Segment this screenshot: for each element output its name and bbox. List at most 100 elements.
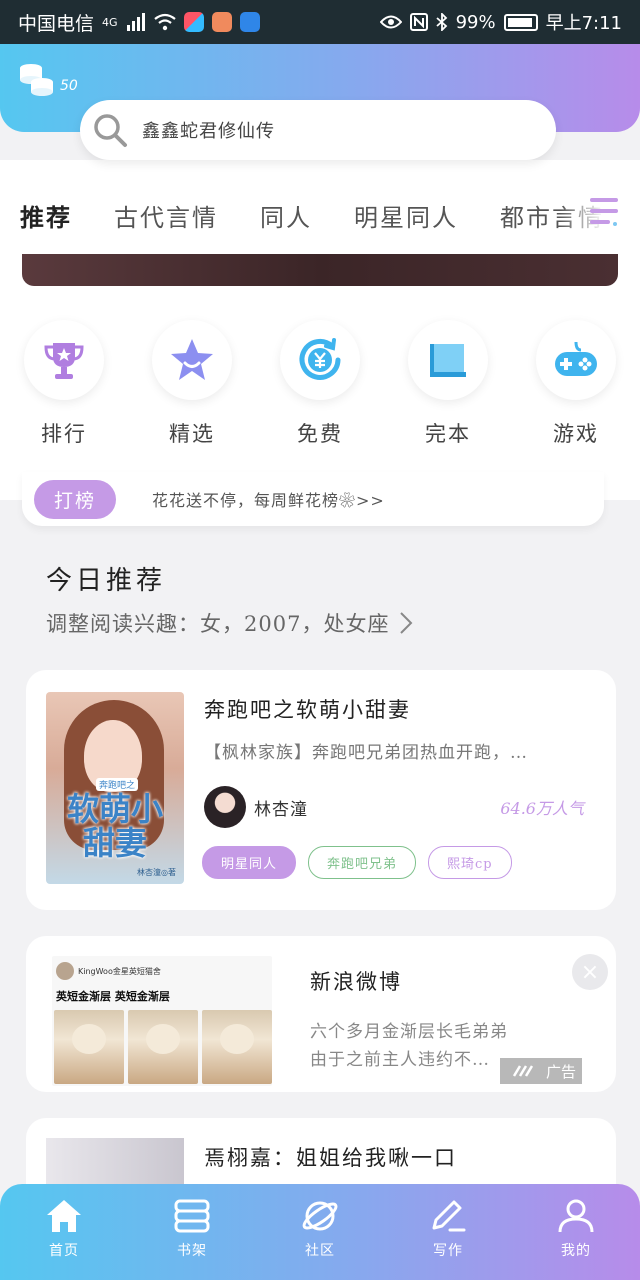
chevron-right-icon [400, 612, 413, 634]
search-input[interactable]: 鑫鑫蛇君修仙传 [142, 117, 275, 143]
author-row: 林杏潼 64.6万人气 [204, 786, 584, 828]
nav-write[interactable]: 写作 [384, 1184, 512, 1280]
ad-account-avatar [56, 962, 74, 980]
eye-icon [379, 15, 402, 29]
ad-source: 新浪微博 [310, 970, 402, 994]
category-finished[interactable]: 完本 [384, 320, 512, 448]
category-ranking[interactable]: 排行 [0, 320, 128, 448]
ad-text-line: 六个多月金渐层长毛弟弟 [310, 1022, 508, 1042]
category-label: 免费 [297, 422, 343, 446]
category-label: 完本 [425, 422, 471, 446]
coins-balance[interactable]: 50 [18, 62, 78, 98]
category-games[interactable]: 游戏 [512, 320, 640, 448]
nav-profile[interactable]: 我的 [512, 1184, 640, 1280]
app-notification-icon [183, 12, 204, 32]
category-label: 游戏 [553, 422, 599, 446]
search-icon [94, 114, 127, 147]
cover-title: 软萌小甜妻 [66, 790, 163, 862]
banner-carousel[interactable] [22, 254, 618, 286]
search-bar[interactable]: 鑫鑫蛇君修仙传 [80, 100, 556, 160]
signal-icon [126, 13, 145, 31]
network-label: 4G [102, 15, 118, 29]
nav-community[interactable]: 社区 [256, 1184, 384, 1280]
carrier-label: 中国电信 [18, 12, 95, 35]
ad-image[interactable]: KingWoo金星英短猫舍 英短金渐层 英短金渐层 [52, 956, 272, 1086]
star-icon [171, 339, 213, 380]
ad-image-headline: 英短金渐层 英短金渐层 [56, 990, 170, 1003]
book-title[interactable]: 奔跑吧之软萌小甜妻 [204, 694, 411, 724]
yen-icon [299, 338, 341, 380]
profile-icon [558, 1199, 594, 1233]
tab-recommend[interactable]: 推荐 [20, 198, 72, 233]
category-tabs: 推荐 古代言情 同人 明星同人 都市言情 [0, 190, 640, 240]
book-icon [430, 344, 466, 377]
status-bar: 中国电信 4G 99% 早上7:11 [0, 0, 640, 44]
battery-percent: 99% [455, 11, 496, 33]
book-cover[interactable]: 奔跑吧之 软萌小甜妻 林杏潼◎著 [46, 692, 184, 884]
book-title[interactable]: 焉栩嘉：姐姐给我啾一口 [204, 1142, 457, 1172]
nav-label: 我的 [561, 1243, 591, 1259]
tab-fanfic[interactable]: 同人 [260, 198, 312, 233]
gamepad-icon [555, 341, 597, 376]
pen-icon [432, 1200, 466, 1232]
planet-icon [302, 1201, 338, 1231]
cat-photo [202, 1010, 272, 1084]
coins-icon [20, 64, 53, 96]
nav-home[interactable]: 首页 [0, 1184, 128, 1280]
battery-icon [503, 13, 538, 31]
bottom-navigation: 首页 书架 社区 写作 我的 [0, 1184, 640, 1280]
book-description: 【枫林家族】奔跑吧兄弟团热血开跑，… [204, 743, 528, 763]
author-name[interactable]: 林杏潼 [254, 795, 308, 820]
close-ad-button[interactable]: × [572, 954, 608, 990]
cat-photo [128, 1010, 198, 1084]
book-card[interactable]: 奔跑吧之 软萌小甜妻 林杏潼◎著 奔跑吧之软萌小甜妻 【枫林家族】奔跑吧兄弟团热… [26, 670, 616, 910]
wifi-icon [153, 13, 176, 31]
author-avatar[interactable] [204, 786, 246, 828]
ad-label-text: 广告 [545, 1062, 576, 1081]
ad-label: 广告 [500, 1058, 582, 1084]
category-label: 排行 [41, 422, 87, 446]
tag-chip[interactable]: 熙琦cp [428, 846, 512, 879]
nav-label: 写作 [433, 1243, 463, 1259]
reading-interest-text: 调整阅读兴趣：女，2007，处女座 [46, 612, 390, 636]
category-featured-circle [152, 320, 232, 400]
tag-chip[interactable]: 奔跑吧兄弟 [308, 846, 417, 879]
home-icon [47, 1200, 81, 1232]
bluetooth-icon [435, 13, 447, 31]
ad-account-name: KingWoo金星英短猫舍 [78, 966, 161, 976]
close-icon: × [580, 959, 600, 985]
rank-pill[interactable]: 打榜 [34, 479, 117, 519]
tab-celebrity-fanfic[interactable]: 明星同人 [354, 198, 458, 233]
bookshelf-icon [174, 1199, 210, 1233]
cat-photo [54, 1010, 124, 1084]
category-finished-circle [408, 320, 488, 400]
category-free-circle [280, 320, 360, 400]
nav-label: 社区 [305, 1243, 335, 1259]
book-tags: 明星同人 奔跑吧兄弟 熙琦cp [202, 846, 512, 879]
nav-label: 书架 [177, 1243, 207, 1259]
category-ranking-circle [24, 320, 104, 400]
category-free[interactable]: 免费 [256, 320, 384, 448]
clock: 早上7:11 [545, 13, 622, 34]
category-label: 精选 [169, 422, 215, 446]
category-games-circle [536, 320, 616, 400]
ad-card[interactable]: KingWoo金星英短猫舍 英短金渐层 英短金渐层 新浪微博 六个多月金渐层长毛… [26, 936, 616, 1092]
quick-categories: 排行 精选 免费 完本 游戏 [0, 320, 640, 448]
section-title: 今日推荐 [46, 566, 167, 596]
tag-chip[interactable]: 明星同人 [202, 846, 297, 879]
category-featured[interactable]: 精选 [128, 320, 256, 448]
cover-author: 林杏潼◎著 [137, 868, 176, 877]
nav-bookshelf[interactable]: 书架 [128, 1184, 256, 1280]
tab-ancient-romance[interactable]: 古代言情 [114, 198, 218, 233]
nav-label: 首页 [49, 1243, 79, 1259]
tabs-menu-icon[interactable] [588, 194, 620, 228]
ad-image-account: KingWoo金星英短猫舍 [56, 962, 161, 980]
flower-ranking-bar[interactable]: 打榜 花花送不停，每周鲜花榜❀>> [22, 472, 604, 526]
popularity: 64.6万人气 [500, 799, 584, 818]
security-app-icon [239, 12, 260, 32]
nfc-icon [409, 13, 428, 31]
trophy-icon [44, 343, 84, 379]
rank-text[interactable]: 花花送不停，每周鲜花榜❀>> [152, 487, 385, 511]
coins-count: 50 [60, 78, 78, 94]
reading-interest-link[interactable]: 调整阅读兴趣：女，2007，处女座 [46, 608, 413, 638]
